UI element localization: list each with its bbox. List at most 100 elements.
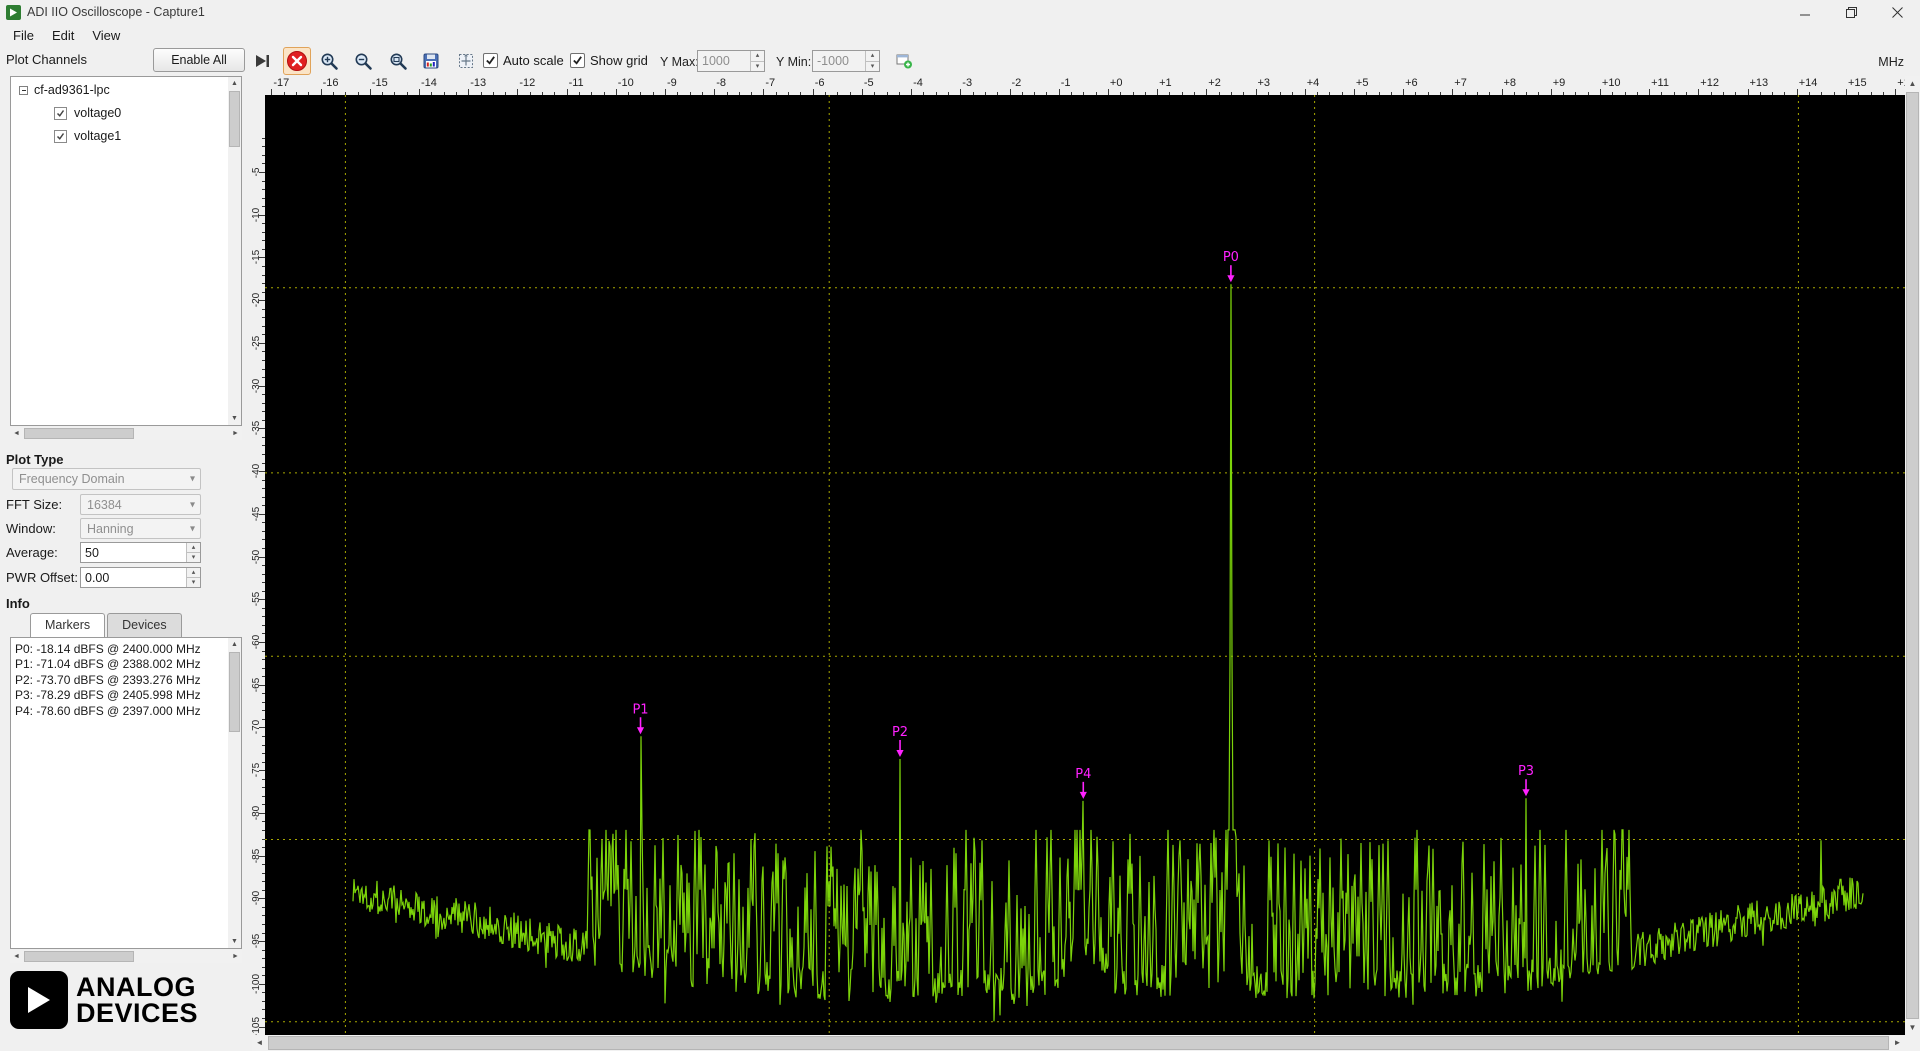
marker-info-line: P1: -71.04 dBFS @ 2388.002 MHz [15,657,225,672]
scroll-up-icon[interactable]: ▲ [228,638,241,651]
tree-hscroll-thumb[interactable] [24,428,134,439]
new-plot-icon[interactable] [895,52,913,70]
scroll-up-icon[interactable]: ▲ [228,77,241,90]
plot-hscroll-thumb[interactable] [268,1036,1889,1050]
average-down-icon[interactable]: ▾ [187,552,200,562]
enable-all-button[interactable]: Enable All [153,48,245,72]
show-grid-checkbox[interactable] [570,53,585,68]
y-max-down-icon[interactable]: ▾ [751,61,764,72]
pwr-offset-up-icon[interactable]: ▴ [187,568,200,577]
show-grid-toggle[interactable]: Show grid [570,53,648,68]
menu-file[interactable]: File [4,26,43,45]
scroll-up-icon[interactable]: ▲ [1905,76,1920,91]
auto-scale-checkbox[interactable] [483,53,498,68]
x-axis-tick-label: +0 [1110,77,1123,89]
logo-line2: DEVICES [76,1000,198,1026]
x-axis-tick-label: -16 [323,77,339,89]
zoom-out-icon[interactable] [354,52,373,71]
markers-hscrollbar[interactable]: ◄ ► [10,950,242,963]
marker-info-line: P4: -78.60 dBFS @ 2397.000 MHz [15,704,225,719]
pwr-offset-input[interactable] [81,568,186,587]
markers-vscroll-thumb[interactable] [229,652,240,732]
x-axis-tick-label: -12 [519,77,535,89]
plot-area[interactable]: P0P1P2P3P4 [265,95,1905,1035]
x-axis-tick-label: +15 [1848,77,1867,89]
y-min-down-icon[interactable]: ▾ [866,61,879,72]
zoom-in-icon[interactable] [320,52,339,71]
average-input[interactable] [81,543,186,562]
x-axis-tick-label: -1 [1061,77,1071,89]
markers-hscroll-thumb[interactable] [24,951,134,962]
marker-label: P1 [632,702,648,717]
stop-capture-button[interactable] [283,47,311,75]
x-axis-tick-label: -3 [962,77,972,89]
pwr-offset-spinbox[interactable]: ▴▾ [80,567,201,588]
plot-hscrollbar[interactable]: ◄ ► [252,1035,1905,1051]
scroll-down-icon[interactable]: ▼ [228,412,241,425]
restore-button[interactable] [1828,0,1874,24]
y-max-spinbox[interactable]: ▴▾ [697,50,765,72]
scroll-right-icon[interactable]: ► [1890,1035,1905,1050]
plot-vscroll-thumb[interactable] [1906,92,1919,1019]
y-min-spinbox[interactable]: ▴▾ [812,50,880,72]
fft-size-value: 16384 [87,498,122,512]
adi-logo-mark [10,971,68,1029]
scroll-down-icon[interactable]: ▼ [228,935,241,948]
fullscreen-icon[interactable] [457,52,475,70]
y-axis-tick-label: -25 [251,336,262,350]
x-axis-tick-label: +6 [1405,77,1418,89]
markers-vscrollbar[interactable]: ▲ ▼ [228,638,241,948]
y-axis-tick-label: -100 [251,974,262,994]
y-axis-tick-label: -95 [251,934,262,948]
average-spinbox[interactable]: ▴▾ [80,542,201,563]
auto-scale-toggle[interactable]: Auto scale [483,53,564,68]
channel-checkbox-voltage0[interactable] [54,107,67,120]
y-axis-tick-label: -85 [251,848,262,862]
y-max-input[interactable] [698,51,750,71]
scroll-right-icon[interactable]: ► [229,427,242,440]
fft-size-select[interactable]: 16384 ▾ [80,494,201,515]
x-axis-tick-label: +9 [1553,77,1566,89]
spectrum-plot: P0P1P2P3P4 [265,95,1905,1035]
plot-vscrollbar[interactable]: ▲ ▼ [1905,76,1920,1035]
y-min-label: Y Min: [776,55,811,69]
pwr-offset-down-icon[interactable]: ▾ [187,577,200,587]
tree-vscrollbar[interactable]: ▲ ▼ [228,77,241,425]
marker-info-line: P2: -73.70 dBFS @ 2393.276 MHz [15,673,225,688]
collapse-icon[interactable] [19,86,28,95]
scroll-left-icon[interactable]: ◄ [10,950,23,963]
markers-panel: P0: -18.14 dBFS @ 2400.000 MHzP1: -71.04… [10,637,242,949]
close-button[interactable] [1874,0,1920,24]
y-max-up-icon[interactable]: ▴ [751,51,764,61]
channel-row: voltage0 [54,106,241,120]
tree-vscroll-thumb[interactable] [229,91,240,147]
menu-bar: FileEditView [0,24,1920,46]
minimize-button[interactable] [1782,0,1828,24]
plot-type-select[interactable]: Frequency Domain ▾ [12,468,201,490]
save-capture-icon[interactable] [422,52,440,70]
y-min-up-icon[interactable]: ▴ [866,51,879,61]
average-up-icon[interactable]: ▴ [187,543,200,552]
tab-devices[interactable]: Devices [107,613,181,637]
scroll-right-icon[interactable]: ► [229,950,242,963]
marker-label: P3 [1518,764,1534,779]
y-axis-tick-label: -55 [251,592,262,606]
x-axis-tick-label: +7 [1454,77,1467,89]
window-select[interactable]: Hanning ▾ [80,518,201,539]
channel-label: voltage1 [74,129,121,143]
y-axis-tick-label: -20 [251,293,262,307]
scroll-left-icon[interactable]: ◄ [10,427,23,440]
tab-markers[interactable]: Markers [30,613,105,637]
channel-checkbox-voltage1[interactable] [54,130,67,143]
menu-view[interactable]: View [83,26,129,45]
tree-hscrollbar[interactable]: ◄ ► [10,427,242,440]
capture-once-button[interactable] [253,52,271,70]
scroll-left-icon[interactable]: ◄ [252,1035,267,1050]
scroll-down-icon[interactable]: ▼ [1905,1020,1920,1035]
zoom-fit-icon[interactable] [389,52,408,71]
y-min-input[interactable] [813,51,865,71]
x-axis-tick-label: +4 [1307,77,1320,89]
menu-edit[interactable]: Edit [43,26,83,45]
x-axis-tick-label: -13 [470,77,486,89]
device-tree-root[interactable]: cf-ad9361-lpc [11,77,241,97]
